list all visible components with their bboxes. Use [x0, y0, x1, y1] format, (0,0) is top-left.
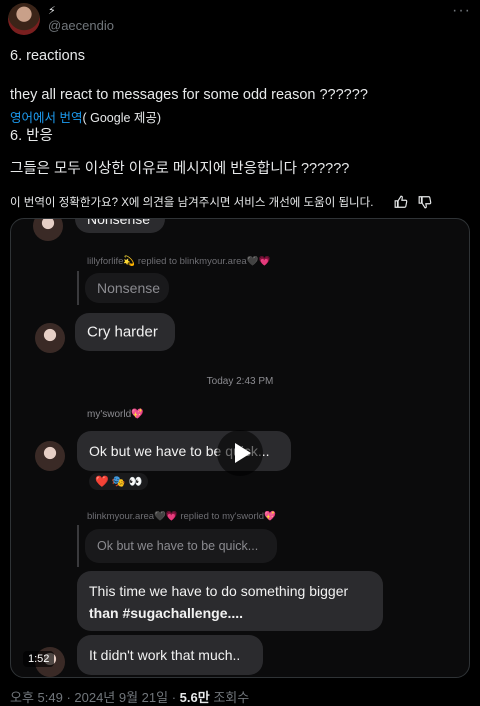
views-label: 조회수 — [209, 690, 250, 705]
chat-message-line: than #sugachallenge.... — [89, 605, 244, 621]
video-duration: 1:52 — [23, 651, 55, 667]
video-player[interactable]: Nonsense lillyforlife💫 replied to blinkm… — [10, 218, 470, 678]
quoted-message: Ok but we have to be quick... — [97, 539, 259, 553]
chat-bubble: It didn't work that much.. — [77, 635, 263, 675]
tweet-header: ⚡ @aecendio ··· — [0, 0, 480, 44]
display-name[interactable]: ⚡ — [48, 4, 56, 17]
thumbs-up-icon[interactable] — [394, 195, 408, 209]
chat-bubble: Nonsense — [75, 218, 165, 233]
chat-avatar — [33, 219, 63, 241]
reply-header: lillyforlife💫 replied to blinkmyour.area… — [87, 256, 271, 267]
tweet-text-line-2: they all react to messages for some odd … — [10, 87, 368, 103]
quoted-bubble: Ok but we have to be quick... — [85, 529, 277, 563]
translated-from-link[interactable]: 영어에서 번역 — [10, 111, 82, 125]
author-avatar[interactable] — [8, 3, 40, 35]
chat-message-line: This time we have to do something bigger — [89, 583, 349, 599]
reply-header: blinkmyour.area🖤💗 replied to my'sworld💖 — [87, 511, 276, 522]
more-options-icon[interactable]: ··· — [452, 3, 470, 22]
chat-timestamp: Today 2:43 PM — [206, 376, 274, 387]
play-button-icon[interactable] — [217, 430, 263, 476]
quoted-bubble: Nonsense — [85, 273, 169, 303]
translated-line-1: 6. 반응 — [10, 128, 53, 144]
tweet-timestamp[interactable]: 오후 5:49 · 2024년 9월 21일 · — [10, 690, 180, 705]
view-count: 5.6만 — [179, 690, 210, 705]
tweet-footer: 오후 5:49 · 2024년 9월 21일 · 5.6만 조회수 — [10, 687, 249, 706]
tweet-text-line-1: 6. reactions — [10, 48, 85, 64]
chat-message: It didn't work that much.. — [89, 647, 241, 663]
chat-bubble: This time we have to do something bigger… — [77, 571, 383, 631]
translation-feedback-question: 이 번역이 정확한가요? X에 의견을 남겨주시면 서비스 개선에 도움이 됩니… — [10, 197, 374, 209]
quote-bar — [77, 525, 79, 567]
quote-bar — [77, 271, 79, 305]
chat-avatar — [35, 441, 65, 471]
quoted-message: Nonsense — [97, 280, 161, 296]
chat-avatar — [35, 323, 65, 353]
chat-message: Cry harder — [87, 323, 158, 341]
google-credit: ( Google 제공) — [82, 111, 162, 125]
translated-line-2: 그들은 모두 이상한 이유로 메시지에 반응합니다 ?????? — [10, 161, 350, 177]
thumbs-down-icon[interactable] — [418, 195, 432, 209]
author-handle[interactable]: @aecendio — [48, 18, 114, 33]
chat-bubble: Cry harder — [75, 313, 175, 351]
message-reactions: ❤️ 🎭 👀 — [89, 473, 149, 490]
chat-username: my'sworld💖 — [87, 409, 144, 420]
chat-message: Nonsense — [87, 218, 151, 227]
